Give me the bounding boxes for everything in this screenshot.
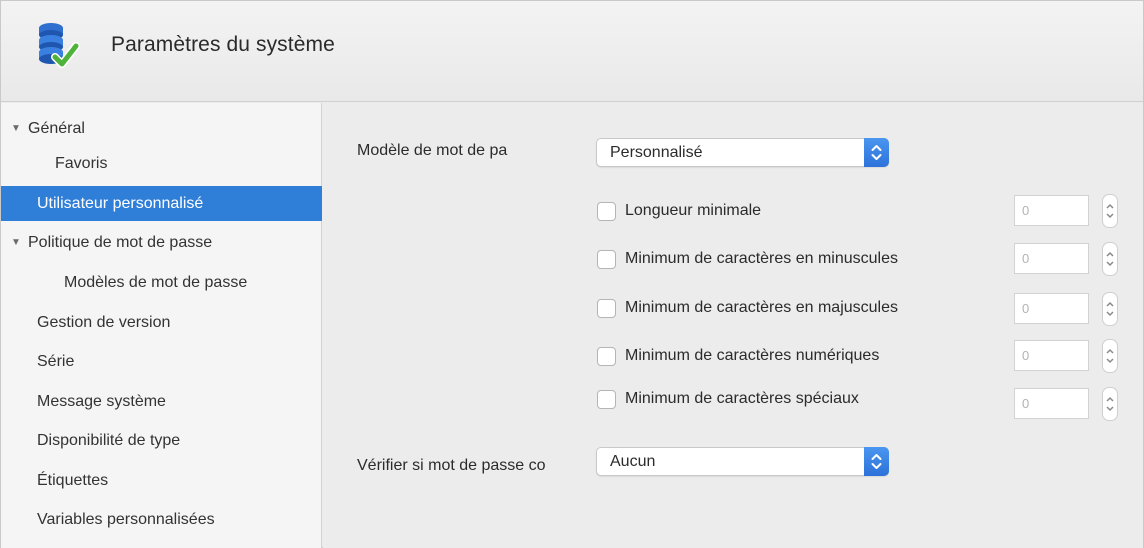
password-model-value: Personnalisé xyxy=(610,144,703,161)
rule-value: 0 xyxy=(1022,251,1030,266)
stepper-icon[interactable] xyxy=(1102,292,1118,326)
title-bar: Paramètres du système xyxy=(1,1,1143,102)
disclosure-triangle-icon[interactable]: ▼ xyxy=(11,237,21,248)
settings-panel: Modèle de mot de pa Personnalisé Longueu… xyxy=(323,103,1143,548)
chevron-updown-icon[interactable] xyxy=(864,138,889,167)
password-model-select[interactable]: Personnalisé xyxy=(596,138,889,167)
rule-checkbox[interactable] xyxy=(597,250,616,269)
rule-value-field[interactable]: 0 xyxy=(1014,293,1089,324)
chevron-updown-icon[interactable] xyxy=(864,447,889,476)
sidebar-item-label: Disponibilité de type xyxy=(37,431,181,449)
password-model-label: Modèle de mot de pa xyxy=(357,142,508,159)
sidebar-item-variables-personnalisees[interactable]: Variables personnalisées xyxy=(1,502,322,537)
stepper-icon[interactable] xyxy=(1102,339,1118,373)
sidebar-item-utilisateur-personnalise[interactable]: Utilisateur personnalisé xyxy=(1,186,322,221)
rule-label: Minimum de caractères en minuscules xyxy=(625,250,898,267)
stepper-icon[interactable] xyxy=(1102,194,1118,228)
rule-value: 0 xyxy=(1022,301,1030,316)
sidebar-item-disponibilite-type[interactable]: Disponibilité de type xyxy=(1,423,322,458)
rule-value: 0 xyxy=(1022,203,1030,218)
sidebar-item-message-systeme[interactable]: Message système xyxy=(1,384,322,419)
sidebar: ▼ Général Favoris Utilisateur personnali… xyxy=(1,103,322,548)
sidebar-item-serie[interactable]: Série xyxy=(1,344,322,379)
database-check-icon xyxy=(31,19,83,71)
sidebar-item-general[interactable]: ▼ Général xyxy=(1,111,322,146)
sidebar-item-label: Général xyxy=(28,119,85,137)
rule-value-field[interactable]: 0 xyxy=(1014,388,1089,419)
sidebar-item-politique-mot-de-passe[interactable]: ▼ Politique de mot de passe xyxy=(1,225,322,260)
sidebar-item-favoris[interactable]: Favoris xyxy=(1,146,322,181)
rule-checkbox[interactable] xyxy=(597,299,616,318)
stepper-icon[interactable] xyxy=(1102,242,1118,276)
rule-checkbox[interactable] xyxy=(597,202,616,221)
rule-value-field[interactable]: 0 xyxy=(1014,243,1089,274)
sidebar-item-label: Étiquettes xyxy=(37,471,109,489)
verify-password-value: Aucun xyxy=(610,453,656,470)
rule-checkbox[interactable] xyxy=(597,347,616,366)
rule-value-field[interactable]: 0 xyxy=(1014,195,1089,226)
sidebar-item-label: Série xyxy=(37,352,75,370)
disclosure-triangle-icon[interactable]: ▼ xyxy=(11,123,21,134)
rule-value: 0 xyxy=(1022,396,1030,411)
system-settings-window: Paramètres du système ▼ Général Favoris … xyxy=(0,0,1144,548)
sidebar-item-label: Message système xyxy=(37,392,166,410)
verify-password-label: Vérifier si mot de passe co xyxy=(357,457,546,474)
sidebar-item-gestion-de-version[interactable]: Gestion de version xyxy=(1,305,322,340)
sidebar-item-label: Variables personnalisées xyxy=(37,510,215,528)
sidebar-item-label: Modèles de mot de passe xyxy=(64,273,248,291)
sidebar-item-label: Favoris xyxy=(55,154,108,172)
sidebar-item-etiquettes[interactable]: Étiquettes xyxy=(1,463,322,498)
rule-label: Minimum de caractères spéciaux xyxy=(625,390,859,407)
sidebar-item-modeles-mot-de-passe[interactable]: Modèles de mot de passe xyxy=(1,265,322,300)
rule-label: Longueur minimale xyxy=(625,202,762,219)
sidebar-item-label: Politique de mot de passe xyxy=(28,233,213,251)
rule-label: Minimum de caractères en majuscules xyxy=(625,299,898,316)
sidebar-item-label: Utilisateur personnalisé xyxy=(37,194,204,212)
rule-value: 0 xyxy=(1022,348,1030,363)
stepper-icon[interactable] xyxy=(1102,387,1118,421)
rule-label: Minimum de caractères numériques xyxy=(625,347,880,364)
verify-password-select[interactable]: Aucun xyxy=(596,447,889,476)
rule-checkbox[interactable] xyxy=(597,390,616,409)
rule-value-field[interactable]: 0 xyxy=(1014,340,1089,371)
sidebar-item-label: Gestion de version xyxy=(37,313,171,331)
window-title: Paramètres du système xyxy=(111,33,335,56)
